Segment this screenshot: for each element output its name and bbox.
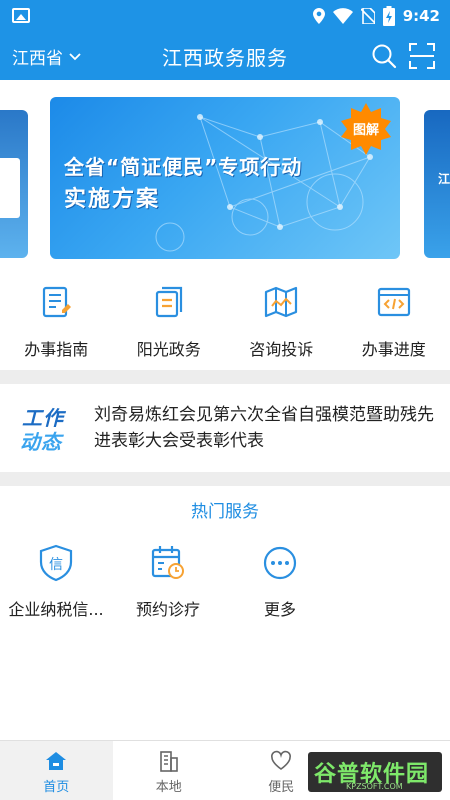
hot-item-label: 更多 (263, 600, 296, 619)
map-icon (265, 286, 298, 318)
banner-next-peek-text: 江 (438, 172, 450, 186)
quick-item-label: 办事指南 (24, 340, 89, 359)
wifi-icon (332, 8, 353, 24)
banner-headline: 全省“简证便民”专项行动 (64, 155, 303, 179)
watermark-logo: 谷普软件园 KPZSOFT.COM (308, 752, 442, 792)
quick-item-label: 咨询投诉 (249, 340, 314, 359)
battery-charging-icon (382, 6, 395, 26)
nav-tab-local[interactable]: 本地 (113, 741, 226, 800)
news-headline[interactable]: 刘奇易炼红会见第六次全省自强模范暨助残先进表彰大会受表彰代表 (94, 402, 440, 454)
news-ticker[interactable]: 工作 动态 刘奇易炼红会见第六次全省自强模范暨助残先进表彰大会受表彰代表 (0, 384, 450, 472)
banner-carousel[interactable]: 全省“简证便民”专项行动 实施方案 图解 江 (0, 80, 450, 275)
badge-starburst: 图解 (340, 103, 392, 155)
svg-text:信: 信 (49, 557, 63, 573)
section-divider (0, 472, 450, 486)
watermark-subtext: KPZSOFT.COM (346, 782, 403, 791)
status-icons: 9:42 (312, 5, 440, 27)
search-icon[interactable] (370, 42, 398, 70)
news-tag-line2: 动态 (20, 430, 62, 454)
qr-code-image (0, 158, 20, 218)
hot-services-title: 热门服务 (191, 502, 259, 522)
hot-services-grid: 信 企业纳税信... 预约诊疗 更多 (0, 540, 450, 630)
calendar-clock-icon (151, 546, 184, 579)
home-icon (46, 752, 67, 770)
location-icon (312, 8, 325, 24)
news-tag-logo: 工作 动态 (20, 402, 72, 454)
building-icon (159, 751, 178, 772)
no-sim-icon (360, 8, 375, 24)
guide-icon (43, 286, 72, 318)
quick-item-progress[interactable]: 办事进度 (338, 278, 450, 370)
quick-item-consult[interactable]: 咨询投诉 (225, 278, 338, 370)
hot-item-more[interactable]: 更多 (224, 540, 336, 630)
quick-item-guide[interactable]: 办事指南 (0, 278, 113, 370)
quick-item-label: 办事进度 (361, 340, 426, 359)
document-icon (155, 286, 182, 318)
status-time: 9:42 (402, 7, 440, 25)
scan-icon[interactable] (408, 42, 436, 70)
code-window-icon (377, 287, 410, 317)
banner-prev-slide[interactable] (0, 110, 28, 258)
quick-item-label: 阳光政务 (136, 340, 201, 359)
credit-shield-icon: 信 (39, 544, 73, 582)
hot-item-appointment[interactable]: 预约诊疗 (112, 540, 224, 630)
hot-item-label: 企业纳税信... (8, 600, 104, 619)
hot-item-label: 预约诊疗 (135, 600, 200, 619)
badge-label: 图解 (352, 123, 379, 138)
hot-item-tax-credit[interactable]: 信 企业纳税信... (0, 540, 112, 630)
status-bar: 9:42 (0, 0, 450, 32)
quick-menu: 办事指南 阳光政务 咨询投诉 办事进度 (0, 278, 450, 370)
app-header: 江西省 江西政务服务 (0, 32, 450, 80)
nav-tab-label: 首页 (43, 780, 70, 795)
section-divider (0, 370, 450, 384)
banner-subheadline: 实施方案 (64, 187, 161, 212)
nav-tab-home[interactable]: 首页 (0, 741, 113, 800)
nav-tab-label: 本地 (155, 780, 182, 795)
more-icon (263, 546, 297, 580)
quick-item-open-affairs[interactable]: 阳光政务 (113, 278, 226, 370)
banner-slide[interactable]: 全省“简证便民”专项行动 实施方案 图解 (50, 97, 400, 259)
gallery-icon (12, 8, 30, 23)
heart-icon (271, 750, 292, 770)
banner-next-slide[interactable]: 江 (424, 110, 450, 258)
